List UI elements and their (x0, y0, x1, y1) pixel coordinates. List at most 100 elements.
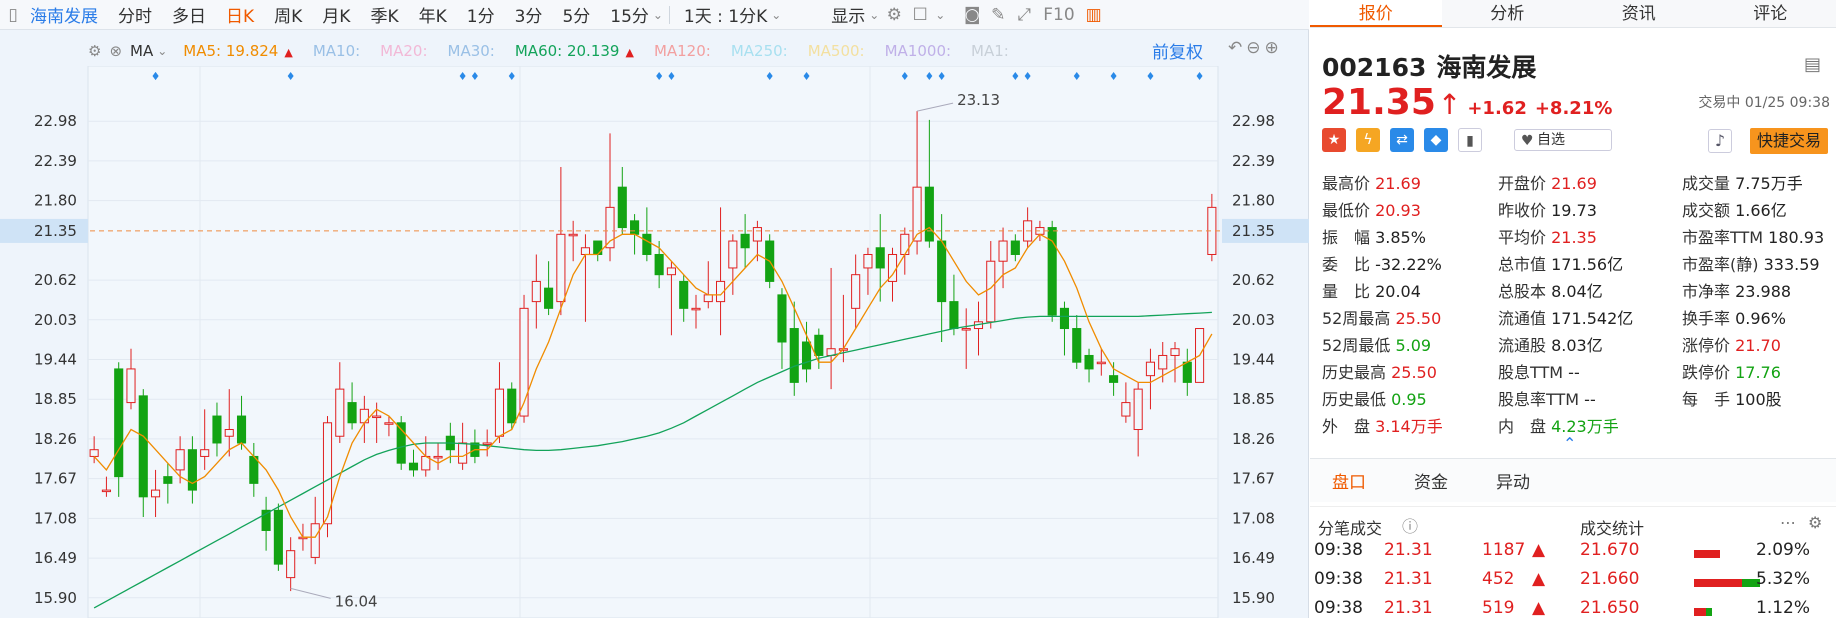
stat-cell: 昨收价 19.73 (1498, 197, 1597, 221)
kline-chart[interactable]: 22.98 22.98 22.39 22.39 21.80 21.80 20.62 20.62… (0, 66, 1309, 618)
period-tab-daily-k[interactable]: 日K (216, 2, 264, 27)
period-tab-monthly-k[interactable]: 月K (312, 2, 360, 27)
chevron-down-icon[interactable]: ⌄ (933, 2, 947, 28)
chevron-down-icon[interactable]: ⌄ (157, 44, 167, 58)
period-tab-15min[interactable]: 15分 (600, 2, 651, 27)
trade-row: 09:38 21.31 519 ▲ 21.650 1.12% (1310, 598, 1836, 618)
stat-value: 21.35 (1546, 228, 1597, 247)
collapse-chevron-icon[interactable]: ⌃ (1563, 434, 1576, 453)
panel-toggle-icon[interactable]: ▥ (1081, 2, 1107, 28)
gear-icon[interactable]: ⚙ (881, 2, 907, 28)
gear-icon[interactable]: ⚙ (88, 42, 101, 60)
period-tab-duori[interactable]: 多日 (162, 2, 216, 27)
up-triangle-icon: ▲ (1532, 569, 1546, 589)
chevron-down-icon[interactable]: ⌄ (867, 2, 881, 28)
ma-legend-bar: ⚙ ⊗ MA ⌄ MA5: 19.824 ▲ MA10: MA20: MA30: MA60… (0, 38, 1230, 64)
candle-body (1182, 361, 1192, 383)
candle-body (200, 449, 210, 457)
sidebar-toggle-icon[interactable]: ▯ (0, 2, 26, 28)
stat-label: 外 盘 (1322, 417, 1371, 436)
tab-quote[interactable]: 报价 (1310, 0, 1442, 27)
fullscreen-icon[interactable]: ⤢ (1011, 2, 1037, 28)
period-tab-yearly-k[interactable]: 年K (409, 2, 457, 27)
rectangle-icon[interactable]: ☐ (907, 2, 933, 28)
y-tick-label-right: 17.67 (1232, 470, 1275, 488)
toolbar-stock-name[interactable]: 海南发展 (26, 2, 108, 27)
period-tab-5min[interactable]: 5分 (552, 2, 600, 27)
last-price: 21.35 (1322, 82, 1436, 123)
quick-trade-button[interactable]: 快捷交易 (1750, 128, 1828, 154)
settings-icon[interactable]: ⚙ (1808, 513, 1822, 532)
lightning-icon[interactable]: ϟ (1356, 128, 1380, 152)
f10-button[interactable]: F10 (1037, 5, 1080, 25)
low-annotation: 16.04 (335, 592, 378, 610)
period-tab-fenshi[interactable]: 分时 (108, 2, 162, 27)
tab-news[interactable]: 资讯 (1573, 0, 1705, 27)
stat-label: 流通值 (1498, 309, 1547, 328)
stat-label: 平均价 (1498, 228, 1547, 247)
china-flag-icon[interactable]: ★ (1322, 128, 1346, 152)
y-tick-label-left: 20.62 (34, 271, 77, 289)
pencil-icon[interactable]: ✎ (985, 2, 1011, 28)
ma-legend-item: MA60: 20.139 ▲ (514, 42, 634, 60)
ma-legend-item: MA30: (447, 42, 495, 60)
candle-body (593, 240, 603, 255)
stat-value: 171.56亿 (1546, 255, 1624, 274)
tab-analysis[interactable]: 分析 (1442, 0, 1574, 27)
add-watchlist-button[interactable]: ♥ 自选 (1514, 129, 1612, 151)
tab-comments[interactable]: 评论 (1705, 0, 1836, 27)
stat-label: 每 手 (1682, 390, 1731, 409)
layout-icon[interactable]: ▤ (1804, 54, 1821, 75)
candle-body (101, 489, 111, 493)
period-tab-1min[interactable]: 1分 (457, 2, 505, 27)
period-tab-weekly-k[interactable]: 周K (264, 2, 312, 27)
stat-value: 0.96% (1730, 309, 1786, 328)
ma-legend-item: MA20: (380, 42, 428, 60)
display-menu[interactable]: 显示 (783, 2, 867, 27)
stat-value: 5.09 (1390, 336, 1432, 355)
zoom-in-icon[interactable]: ⊕ (1265, 38, 1279, 58)
y-tick-label-left: 17.67 (34, 470, 77, 488)
up-arrow-icon: ↑ (1437, 88, 1462, 121)
period-tab-quarterly-k[interactable]: 季K (360, 2, 408, 27)
camera-icon[interactable]: ◙ (959, 2, 985, 28)
tab-order-book[interactable]: 盘口 (1332, 468, 1366, 493)
period-toolbar: ▯ 海南发展 分时 多日 日K 周K 月K 季K 年K 1分 3分 5分 15分… (0, 0, 1309, 30)
y-tick-label-right: 22.98 (1232, 112, 1275, 130)
candle-body (617, 186, 627, 229)
tab-anomaly[interactable]: 异动 (1496, 468, 1530, 493)
stat-cell: 每 手 100股 (1682, 386, 1782, 410)
stat-cell: 平均价 21.35 (1498, 224, 1597, 248)
zoom-out-icon[interactable]: ⊖ (1246, 38, 1260, 58)
stat-label: 52周最低 (1322, 336, 1391, 355)
shuffle-icon[interactable]: ⇄ (1390, 128, 1414, 152)
candle-body (89, 449, 99, 457)
stat-value: 20.93 (1370, 201, 1421, 220)
trade-volume: 1187 (1482, 540, 1526, 560)
bell-icon[interactable]: ♪ (1708, 129, 1732, 153)
close-icon[interactable]: ⊗ (109, 42, 122, 60)
more-icon[interactable]: ⋯ (1780, 513, 1796, 532)
candle-body (1133, 388, 1143, 431)
tab-capital[interactable]: 资金 (1414, 468, 1448, 493)
chevron-down-icon[interactable]: ⌄ (651, 2, 665, 28)
stat-value: -- (1563, 363, 1580, 382)
tag-icon[interactable]: ◆ (1424, 128, 1448, 152)
price-change-pct: +8.21% (1534, 98, 1613, 119)
bookmark-icon[interactable]: ▮ (1458, 128, 1482, 152)
candle-body (691, 307, 701, 311)
adjust-mode-button[interactable]: 前复权 (1152, 38, 1203, 63)
ma-legend-item: MA10: (312, 42, 361, 60)
stat-value: 4.23万手 (1546, 417, 1619, 436)
undo-icon[interactable]: ↶ (1228, 38, 1242, 58)
candle-body (347, 402, 357, 424)
range-select[interactable]: 1天 : 1分K (674, 2, 769, 27)
stat-price: 21.670 (1580, 540, 1640, 560)
period-tab-3min[interactable]: 3分 (505, 2, 553, 27)
trade-row: 09:38 21.31 452 ▲ 21.660 5.32% (1310, 569, 1836, 598)
chevron-down-icon[interactable]: ⌄ (769, 2, 783, 28)
stat-label: 量 比 (1322, 282, 1371, 301)
help-icon[interactable]: ⓘ (1402, 513, 1418, 537)
ma-indicator-select[interactable]: MA (130, 42, 153, 60)
chart-control-icons: ↶ ⊖ ⊕ (1228, 38, 1279, 58)
